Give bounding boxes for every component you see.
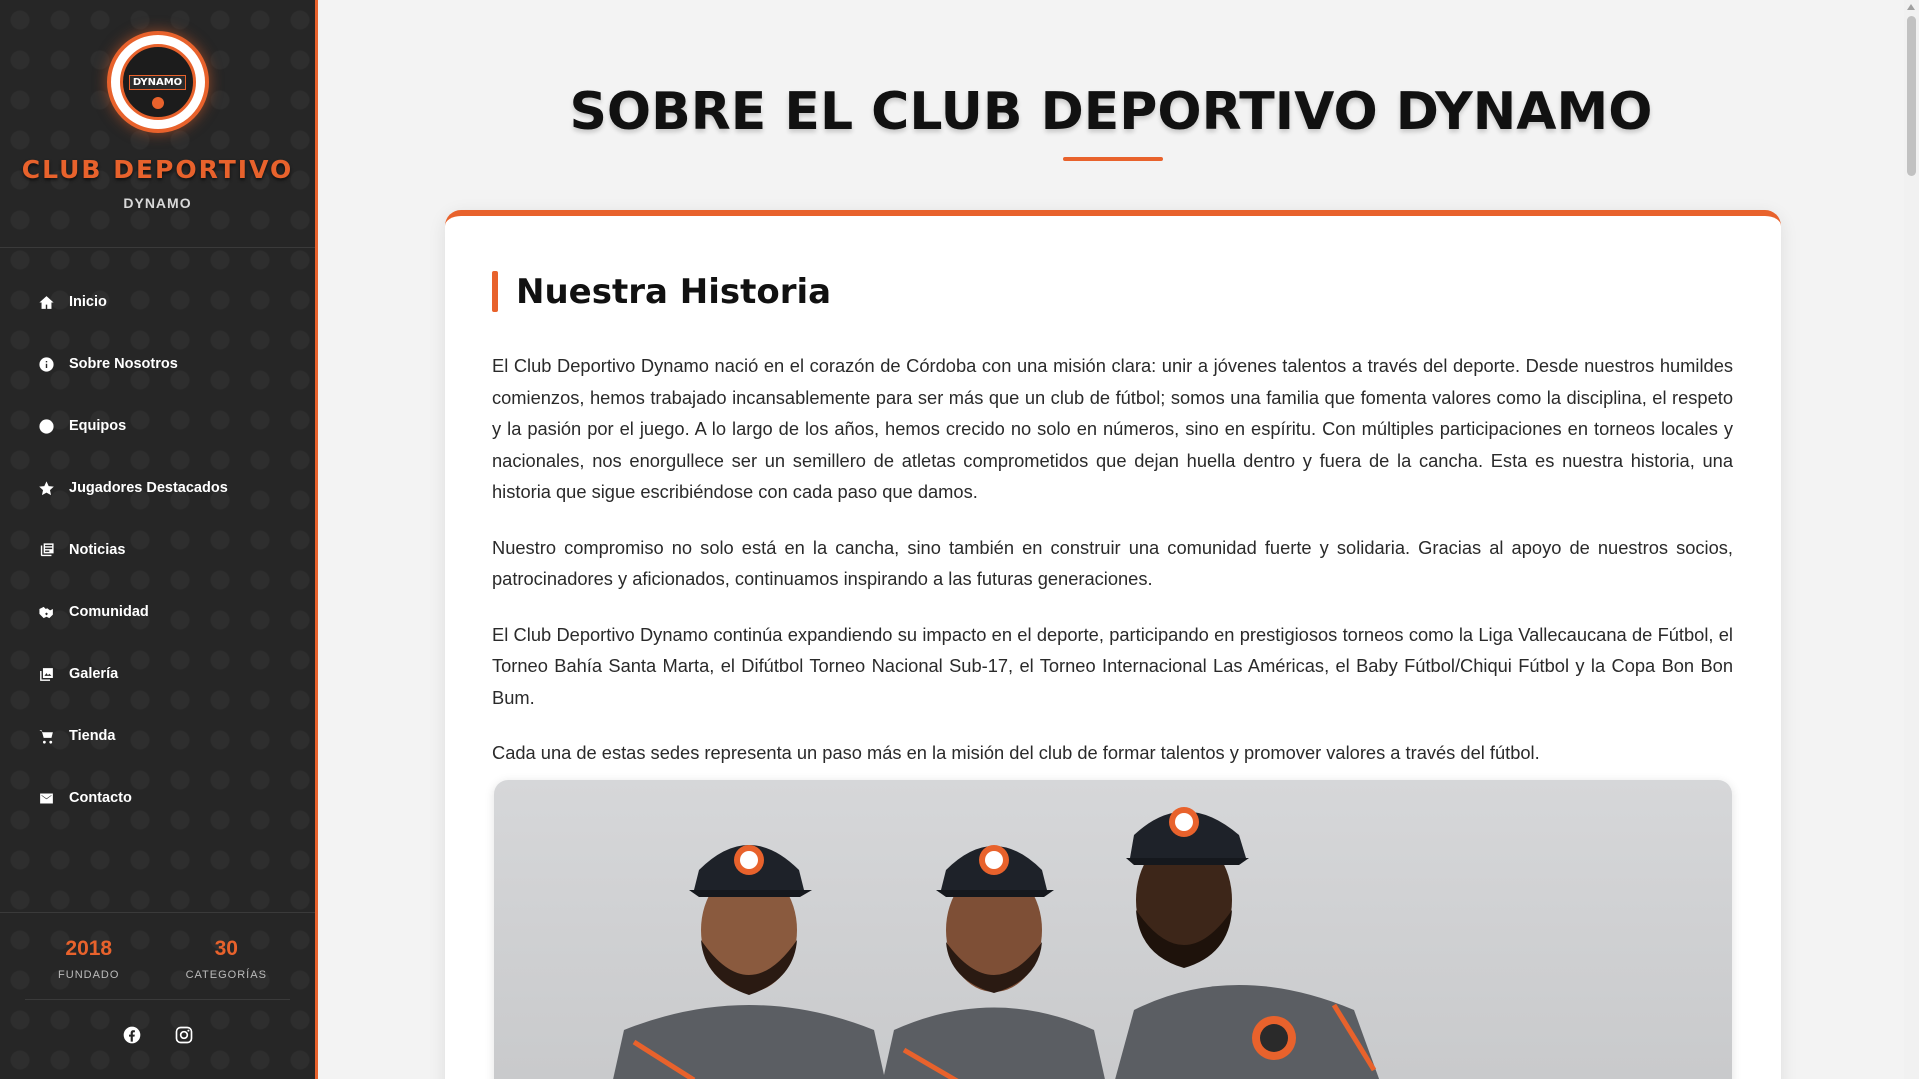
nav-item-equipos[interactable]: Equipos [0, 395, 315, 457]
ball-icon [151, 97, 164, 109]
coach-figure [883, 845, 1105, 1079]
nav-item-label: Sobre Nosotros [69, 356, 178, 372]
nav-item-label: Jugadores Destacados [69, 480, 228, 496]
nav-item-label: Equipos [69, 418, 127, 434]
instagram-icon[interactable] [173, 1024, 195, 1046]
nav-item-inicio[interactable]: Inicio [0, 271, 315, 333]
cart-icon [36, 726, 56, 746]
gallery-icon [36, 664, 56, 684]
main-content: SOBRE EL CLUB DEPORTIVO DYNAMO Nuestra H… [318, 0, 1904, 1079]
circle-icon [36, 416, 56, 436]
sidebar-nav: Inicio Sobre Nosotros Equipos Jugadores … [0, 248, 315, 829]
scroll-thumb[interactable] [1907, 16, 1916, 176]
nav-item-label: Comunidad [69, 604, 149, 620]
section-header: Nuestra Historia [492, 271, 831, 312]
nav-item-tienda[interactable]: Tienda [0, 705, 315, 767]
coach-figure [1115, 807, 1380, 1079]
star-icon [36, 478, 56, 498]
home-icon [36, 292, 56, 312]
brand-header: DYNAMO CLUB DEPORTIVO DYNAMO [0, 0, 315, 248]
brand-title: CLUB DEPORTIVO [21, 155, 294, 184]
club-logo[interactable]: DYNAMO [106, 31, 209, 133]
history-card: Nuestra Historia El Club Deportivo Dynam… [445, 210, 1781, 1079]
handshake-icon [36, 602, 56, 622]
paragraph: Cada una de estas sedes representa un pa… [492, 742, 1540, 763]
nav-item-label: Galería [69, 666, 119, 682]
coach-figure [613, 845, 885, 1079]
nav-item-contacto[interactable]: Contacto [0, 767, 315, 829]
brand-subtitle: DYNAMO [123, 195, 192, 211]
stat-categories: 30 CATEGORÍAS [166, 937, 286, 981]
social-links [0, 1000, 315, 1046]
newspaper-icon [36, 540, 56, 560]
nav-item-label: Inicio [69, 294, 107, 310]
nav-item-label: Noticias [69, 542, 126, 558]
logo-wordmark: DYNAMO [128, 74, 187, 90]
nav-item-galeria[interactable]: Galería [0, 643, 315, 705]
team-photo-illustration [613, 807, 1380, 1079]
facebook-icon[interactable] [121, 1024, 143, 1046]
history-text: El Club Deportivo Dynamo nació en el cor… [492, 350, 1733, 793]
stat-label: CATEGORÍAS [185, 969, 267, 981]
page-title: SOBRE EL CLUB DEPORTIVO DYNAMO [569, 82, 1653, 142]
club-stats: 2018 FUNDADO 30 CATEGORÍAS [0, 912, 315, 1079]
section-title: Nuestra Historia [516, 271, 832, 312]
team-photo [494, 780, 1732, 1079]
nav-item-sobre-nosotros[interactable]: Sobre Nosotros [0, 333, 315, 395]
stat-value: 2018 [65, 937, 113, 960]
accent-bar [492, 271, 498, 312]
info-icon [36, 354, 56, 374]
page-scrollbar[interactable] [1904, 0, 1919, 1079]
club-crest: DYNAMO [119, 44, 196, 120]
scroll-up-arrow-icon[interactable] [1907, 4, 1915, 10]
paragraph: El Club Deportivo Dynamo nació en el cor… [492, 355, 1733, 502]
paragraph: Nuestro compromiso no solo está en la ca… [492, 536, 1733, 590]
nav-item-label: Contacto [69, 790, 132, 806]
nav-item-jugadores-destacados[interactable]: Jugadores Destacados [0, 457, 315, 519]
mail-icon [36, 788, 56, 808]
nav-item-noticias[interactable]: Noticias [0, 519, 315, 581]
paragraph: El Club Deportivo Dynamo continúa expand… [492, 623, 1733, 708]
nav-item-label: Tienda [69, 728, 116, 744]
stat-value: 30 [214, 937, 238, 960]
stat-founded: 2018 FUNDADO [29, 937, 149, 981]
stat-label: FUNDADO [58, 969, 120, 981]
sidebar: DYNAMO CLUB DEPORTIVO DYNAMO Inicio Sobr… [0, 0, 318, 1079]
nav-item-comunidad[interactable]: Comunidad [0, 581, 315, 643]
stat-row: 2018 FUNDADO 30 CATEGORÍAS [0, 913, 315, 981]
title-underline [1063, 157, 1163, 161]
